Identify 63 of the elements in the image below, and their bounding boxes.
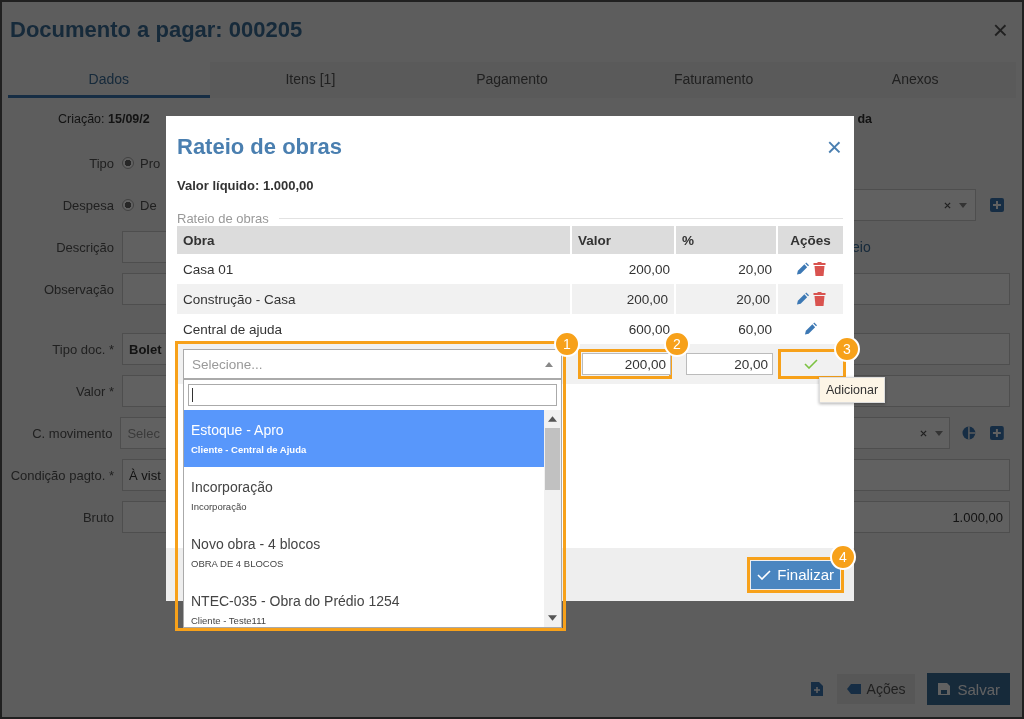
table-cell: 20,00 bbox=[676, 284, 778, 314]
step-badge: 1 bbox=[554, 331, 580, 357]
field-label: Descrição bbox=[55, 239, 115, 255]
info-text: da bbox=[857, 112, 872, 126]
dropdown-option[interactable]: Incorporação Incorporação bbox=[184, 467, 544, 524]
radio-label: De bbox=[140, 197, 157, 213]
caret-icon bbox=[959, 202, 967, 208]
field-label: Bruto bbox=[81, 509, 115, 525]
field-label: C. movimento bbox=[31, 425, 114, 441]
pencil-icon[interactable] bbox=[795, 262, 809, 276]
clear-icon[interactable] bbox=[944, 201, 951, 209]
scroll-down-icon[interactable] bbox=[548, 615, 557, 621]
trash-icon[interactable] bbox=[812, 262, 826, 276]
step-badge: 3 bbox=[834, 336, 860, 362]
dialog-title: Rateio de obras bbox=[177, 134, 343, 160]
input-field[interactable]: 200,00 bbox=[582, 353, 671, 375]
clear-icon[interactable] bbox=[920, 429, 928, 437]
field-label: Condição pagto. * bbox=[9, 467, 115, 483]
field-label: Despesa bbox=[61, 197, 115, 213]
document-icon[interactable] bbox=[810, 682, 823, 696]
pencil-icon[interactable] bbox=[795, 292, 809, 306]
trash-icon[interactable] bbox=[812, 292, 826, 306]
creation-info: Criação: 15/09/2 bbox=[58, 112, 150, 126]
caret-icon bbox=[935, 430, 944, 436]
tooltip: Adicionar bbox=[819, 377, 886, 403]
tab[interactable]: Dados bbox=[8, 62, 210, 98]
radio-button[interactable] bbox=[122, 199, 134, 211]
search-field[interactable] bbox=[188, 384, 557, 406]
add-icon[interactable] bbox=[990, 198, 1004, 212]
tag-icon bbox=[846, 683, 861, 695]
field-label: Tipo doc. * bbox=[51, 341, 115, 357]
scroll-up-icon[interactable] bbox=[548, 416, 557, 422]
radio-label: Pro bbox=[140, 155, 161, 171]
check-icon bbox=[757, 569, 772, 580]
check-icon bbox=[803, 359, 818, 369]
table-cell-text: Casa 01 bbox=[182, 260, 235, 279]
finish-button[interactable]: Finalizar bbox=[751, 560, 840, 589]
table-cell-text: 60,00 bbox=[737, 320, 773, 339]
table-cell: Construção - Casa bbox=[177, 284, 572, 314]
radio-button[interactable] bbox=[122, 157, 134, 169]
caret-icon bbox=[545, 361, 553, 367]
pie-chart-icon[interactable] bbox=[962, 426, 977, 440]
field-label: Valor * bbox=[74, 383, 115, 399]
window-title: Documento a pagar: 000205 bbox=[10, 17, 303, 43]
scrollbar[interactable] bbox=[544, 410, 561, 627]
table-cell: 200,00 bbox=[572, 284, 676, 314]
field-label: Observação bbox=[42, 281, 115, 297]
pencil-icon[interactable] bbox=[804, 322, 817, 336]
dropdown-option[interactable]: Estoque - Apro Cliente - Central de Ajuda bbox=[184, 410, 544, 467]
section-legend: Rateio de obras bbox=[177, 211, 269, 226]
add-icon[interactable] bbox=[990, 426, 1004, 440]
input-field[interactable]: 20,00 bbox=[686, 353, 773, 375]
save-button[interactable]: Salvar bbox=[927, 673, 1010, 705]
close-button[interactable]: × bbox=[986, 14, 1014, 46]
step-badge: 4 bbox=[830, 543, 856, 570]
close-button[interactable]: × bbox=[826, 131, 842, 163]
dropdown-option[interactable]: Novo obra - 4 blocos OBRA DE 4 BLOCOS bbox=[184, 524, 544, 581]
field-label: Tipo bbox=[88, 155, 115, 171]
table-cell-text: 20,00 bbox=[737, 260, 773, 279]
select-field[interactable]: Selecione... bbox=[183, 349, 562, 379]
net-value: Valor líquido: 1.000,00 bbox=[177, 178, 315, 193]
dropdown-option[interactable]: NTEC-035 - Obra do Prédio 1254 Cliente - Teste111 bbox=[184, 581, 544, 627]
table-cell-text: 200,00 bbox=[627, 260, 671, 279]
